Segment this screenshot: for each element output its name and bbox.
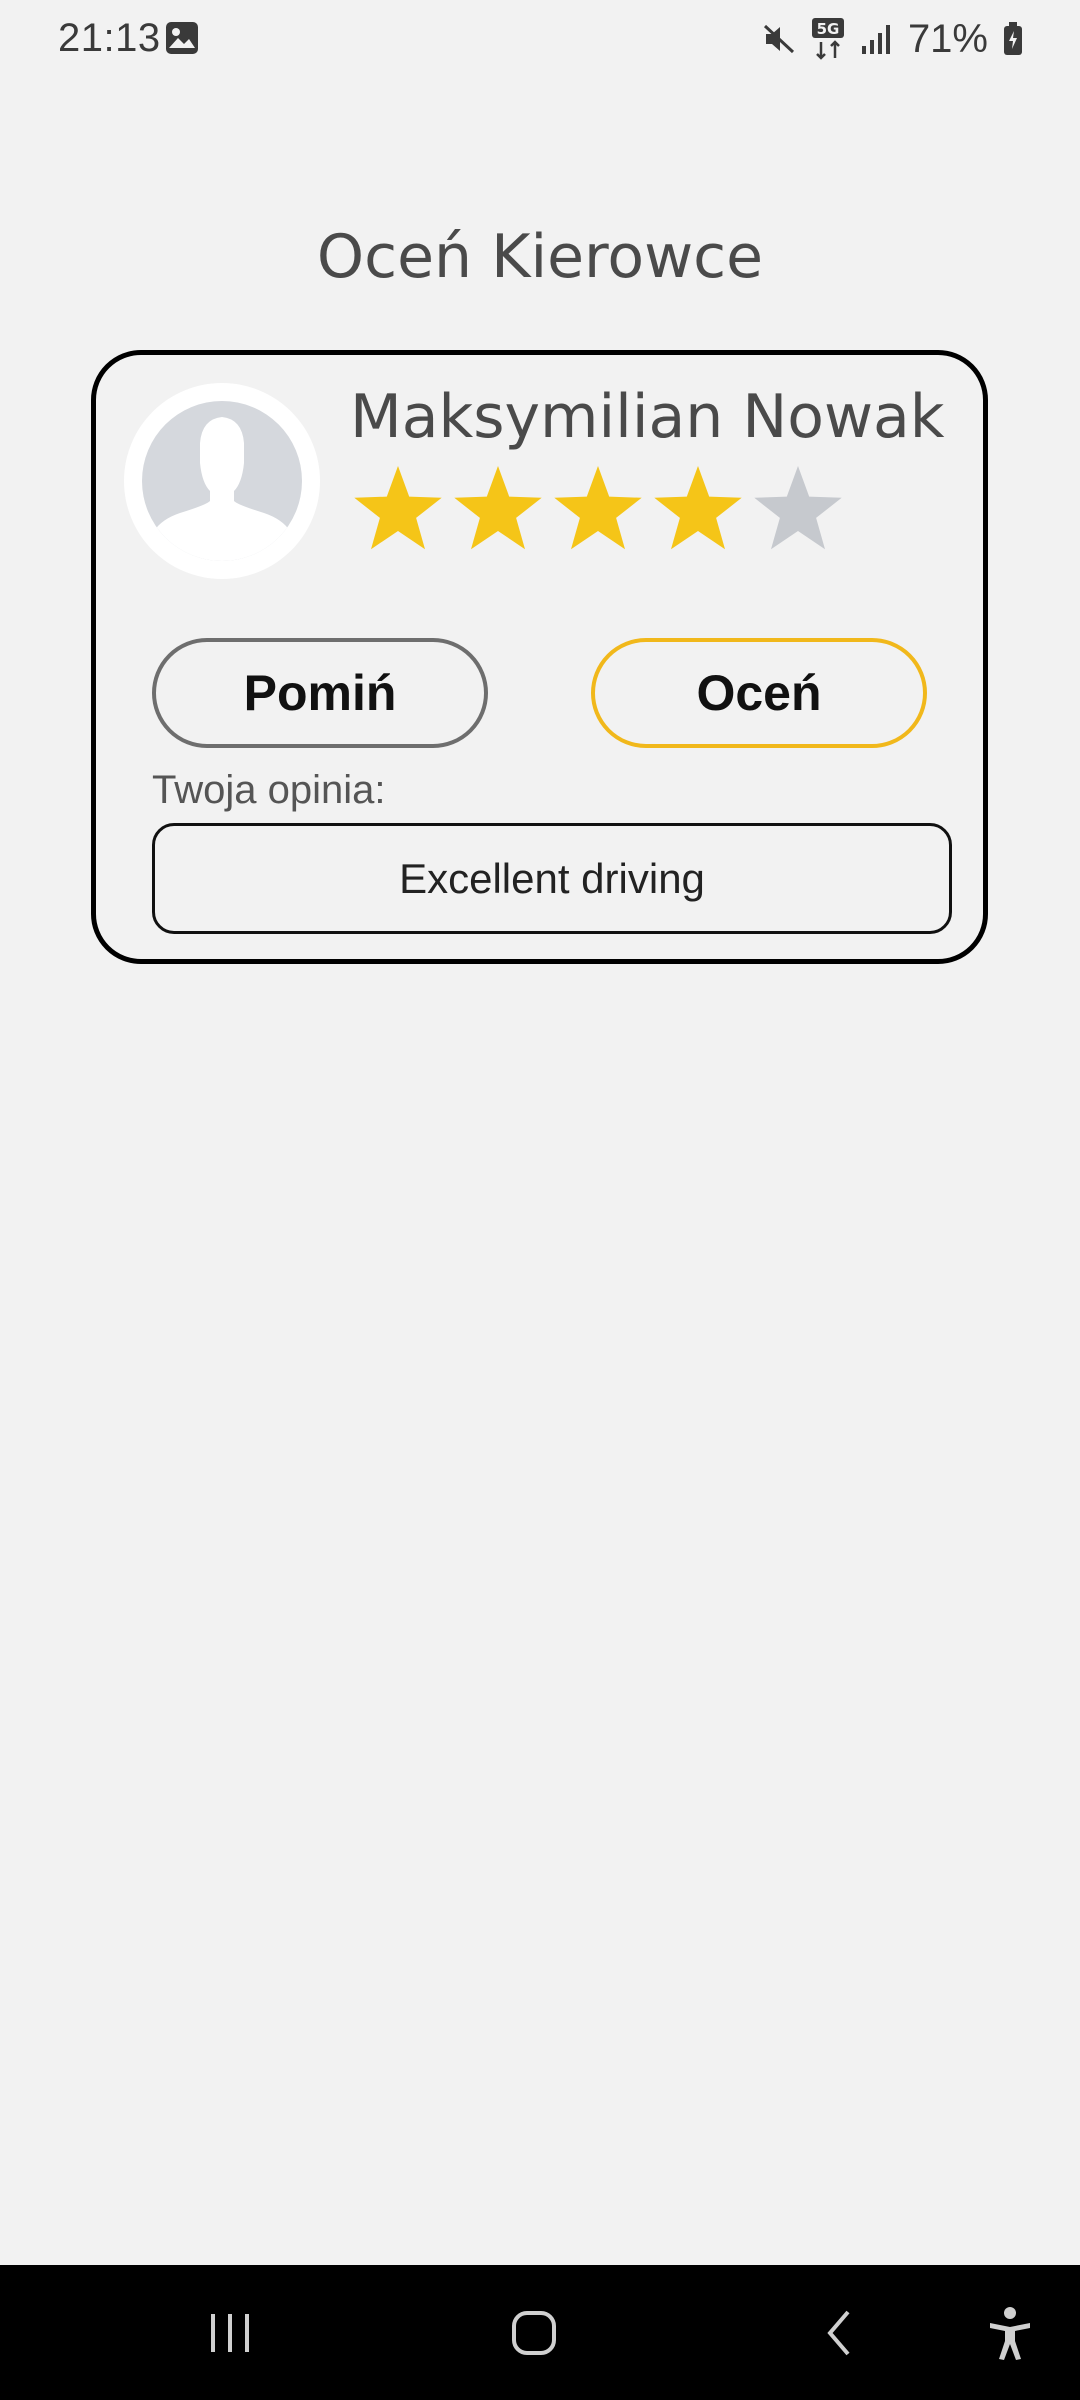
status-bar: 21:13 5G 71% [0,0,1080,80]
svg-text:5G: 5G [817,20,840,38]
opinion-input[interactable]: Excellent driving [152,823,952,934]
accessibility-icon [990,2306,1030,2360]
opinion-label: Twoja opinia: [152,768,386,812]
status-time: 21:13 [58,16,161,60]
status-icons: 5G 71% [762,14,1024,64]
battery-percent: 71% [907,16,988,61]
star-icon-1[interactable] [350,460,446,556]
page-title: Oceń Kierowce [316,222,764,292]
back-icon [827,2310,850,2355]
skip-button[interactable]: Pomiń [152,638,488,748]
gallery-icon [166,22,198,54]
person-silhouette-icon [154,417,290,561]
star-icon-2[interactable] [450,460,546,556]
recents-button[interactable] [180,2265,280,2400]
5g-icon: 5G [811,18,844,60]
star-icon-4[interactable] [650,460,746,556]
rating-stars[interactable] [350,460,846,556]
screen: 21:13 5G 71% Oceń Kierowce Maksymilian N… [0,0,1080,2400]
driver-name: Maksymilian Nowak [350,382,945,452]
mute-icon [763,24,794,54]
signal-icon [861,25,890,54]
recents-icon [211,2313,249,2352]
home-icon [512,2310,556,2355]
star-icon-5[interactable] [750,460,846,556]
home-button[interactable] [484,2265,584,2400]
back-button[interactable] [790,2265,890,2400]
accessibility-button[interactable] [960,2265,1060,2400]
avatar [124,383,320,579]
rate-button[interactable]: Oceń [591,638,927,748]
navigation-bar [0,2265,1080,2400]
star-icon-3[interactable] [550,460,646,556]
battery-icon [1004,22,1022,55]
